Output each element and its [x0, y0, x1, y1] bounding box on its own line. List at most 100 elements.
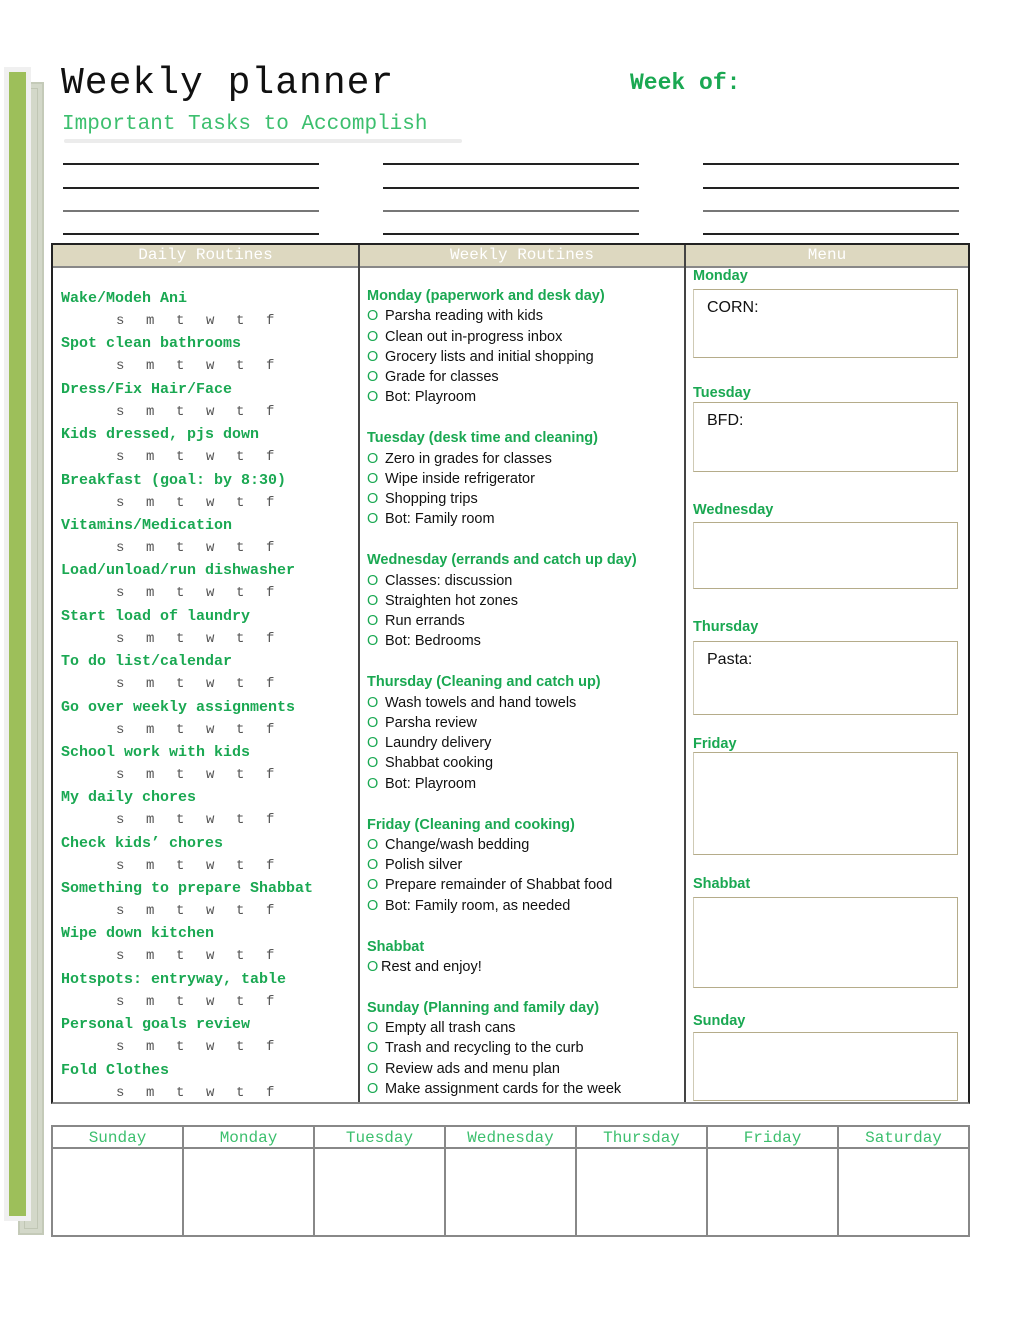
day-check-3[interactable]: w — [206, 627, 236, 651]
day-check-1[interactable]: m — [146, 491, 176, 515]
day-check-1[interactable]: m — [146, 672, 176, 696]
circle-checkbox-icon[interactable]: O — [367, 753, 385, 773]
day-check-1[interactable]: m — [146, 400, 176, 424]
day-check-2[interactable]: t — [176, 581, 206, 605]
day-check-1[interactable]: m — [146, 1035, 176, 1059]
day-check-0[interactable]: s — [116, 672, 146, 696]
day-check-5[interactable]: f — [266, 354, 296, 378]
circle-checkbox-icon[interactable]: O — [367, 1079, 385, 1099]
task-line[interactable] — [703, 187, 959, 189]
circle-checkbox-icon[interactable]: O — [367, 774, 385, 794]
task-line[interactable] — [383, 163, 639, 165]
week-grid-day-cell[interactable] — [184, 1149, 313, 1235]
day-check-2[interactable]: t — [176, 491, 206, 515]
circle-checkbox-icon[interactable]: O — [367, 611, 385, 631]
day-check-3[interactable]: w — [206, 491, 236, 515]
day-check-1[interactable]: m — [146, 899, 176, 923]
day-check-0[interactable]: s — [116, 445, 146, 469]
day-check-5[interactable]: f — [266, 1035, 296, 1059]
day-check-5[interactable]: f — [266, 581, 296, 605]
task-line[interactable] — [703, 163, 959, 165]
day-check-3[interactable]: w — [206, 445, 236, 469]
day-check-1[interactable]: m — [146, 581, 176, 605]
day-check-3[interactable]: w — [206, 763, 236, 787]
circle-checkbox-icon[interactable]: O — [367, 693, 385, 713]
day-check-4[interactable]: t — [236, 627, 266, 651]
week-grid-day-cell[interactable] — [315, 1149, 444, 1235]
circle-checkbox-icon[interactable]: O — [367, 306, 385, 326]
day-check-5[interactable]: f — [266, 491, 296, 515]
day-check-4[interactable]: t — [236, 718, 266, 742]
task-line[interactable] — [703, 233, 959, 235]
day-check-3[interactable]: w — [206, 808, 236, 832]
day-check-1[interactable]: m — [146, 1081, 176, 1105]
day-check-4[interactable]: t — [236, 581, 266, 605]
circle-checkbox-icon[interactable]: O — [367, 571, 385, 591]
day-check-1[interactable]: m — [146, 445, 176, 469]
day-check-1[interactable]: m — [146, 309, 176, 333]
day-check-4[interactable]: t — [236, 1081, 266, 1105]
day-check-5[interactable]: f — [266, 763, 296, 787]
day-check-4[interactable]: t — [236, 899, 266, 923]
day-check-5[interactable]: f — [266, 808, 296, 832]
menu-entry-box[interactable] — [693, 752, 958, 855]
day-check-2[interactable]: t — [176, 763, 206, 787]
day-check-4[interactable]: t — [236, 854, 266, 878]
menu-entry-box[interactable] — [693, 522, 958, 589]
circle-checkbox-icon[interactable]: O — [367, 875, 385, 895]
day-check-2[interactable]: t — [176, 672, 206, 696]
day-check-1[interactable]: m — [146, 854, 176, 878]
day-check-2[interactable]: t — [176, 1035, 206, 1059]
day-check-0[interactable]: s — [116, 491, 146, 515]
day-check-2[interactable]: t — [176, 536, 206, 560]
circle-checkbox-icon[interactable]: O — [367, 1059, 385, 1079]
day-check-5[interactable]: f — [266, 944, 296, 968]
day-check-0[interactable]: s — [116, 627, 146, 651]
day-check-5[interactable]: f — [266, 627, 296, 651]
day-check-4[interactable]: t — [236, 354, 266, 378]
day-check-0[interactable]: s — [116, 944, 146, 968]
circle-checkbox-icon[interactable]: O — [367, 327, 385, 347]
day-check-1[interactable]: m — [146, 536, 176, 560]
day-check-5[interactable]: f — [266, 445, 296, 469]
day-check-2[interactable]: t — [176, 445, 206, 469]
day-check-1[interactable]: m — [146, 627, 176, 651]
circle-checkbox-icon[interactable]: O — [367, 509, 385, 529]
day-check-1[interactable]: m — [146, 990, 176, 1014]
day-check-3[interactable]: w — [206, 1081, 236, 1105]
day-check-5[interactable]: f — [266, 672, 296, 696]
day-check-1[interactable]: m — [146, 763, 176, 787]
day-check-1[interactable]: m — [146, 718, 176, 742]
circle-checkbox-icon[interactable]: O — [367, 957, 381, 977]
circle-checkbox-icon[interactable]: O — [367, 855, 385, 875]
day-check-1[interactable]: m — [146, 944, 176, 968]
day-check-1[interactable]: m — [146, 354, 176, 378]
day-check-3[interactable]: w — [206, 854, 236, 878]
day-check-2[interactable]: t — [176, 354, 206, 378]
task-line[interactable] — [63, 233, 319, 235]
day-check-4[interactable]: t — [236, 672, 266, 696]
day-check-1[interactable]: m — [146, 808, 176, 832]
day-check-5[interactable]: f — [266, 536, 296, 560]
day-check-0[interactable]: s — [116, 718, 146, 742]
day-check-3[interactable]: w — [206, 400, 236, 424]
circle-checkbox-icon[interactable]: O — [367, 835, 385, 855]
circle-checkbox-icon[interactable]: O — [367, 896, 385, 916]
menu-entry-box[interactable]: CORN: — [693, 289, 958, 358]
day-check-2[interactable]: t — [176, 990, 206, 1014]
day-check-3[interactable]: w — [206, 354, 236, 378]
week-grid-day-cell[interactable] — [577, 1149, 706, 1235]
task-line[interactable] — [383, 187, 639, 189]
week-grid-day-cell[interactable] — [708, 1149, 837, 1235]
day-check-4[interactable]: t — [236, 536, 266, 560]
day-check-3[interactable]: w — [206, 1035, 236, 1059]
day-check-5[interactable]: f — [266, 1081, 296, 1105]
circle-checkbox-icon[interactable]: O — [367, 347, 385, 367]
task-line[interactable] — [383, 233, 639, 235]
day-check-5[interactable]: f — [266, 990, 296, 1014]
day-check-0[interactable]: s — [116, 400, 146, 424]
day-check-2[interactable]: t — [176, 627, 206, 651]
circle-checkbox-icon[interactable]: O — [367, 469, 385, 489]
task-line[interactable] — [63, 187, 319, 189]
day-check-3[interactable]: w — [206, 536, 236, 560]
